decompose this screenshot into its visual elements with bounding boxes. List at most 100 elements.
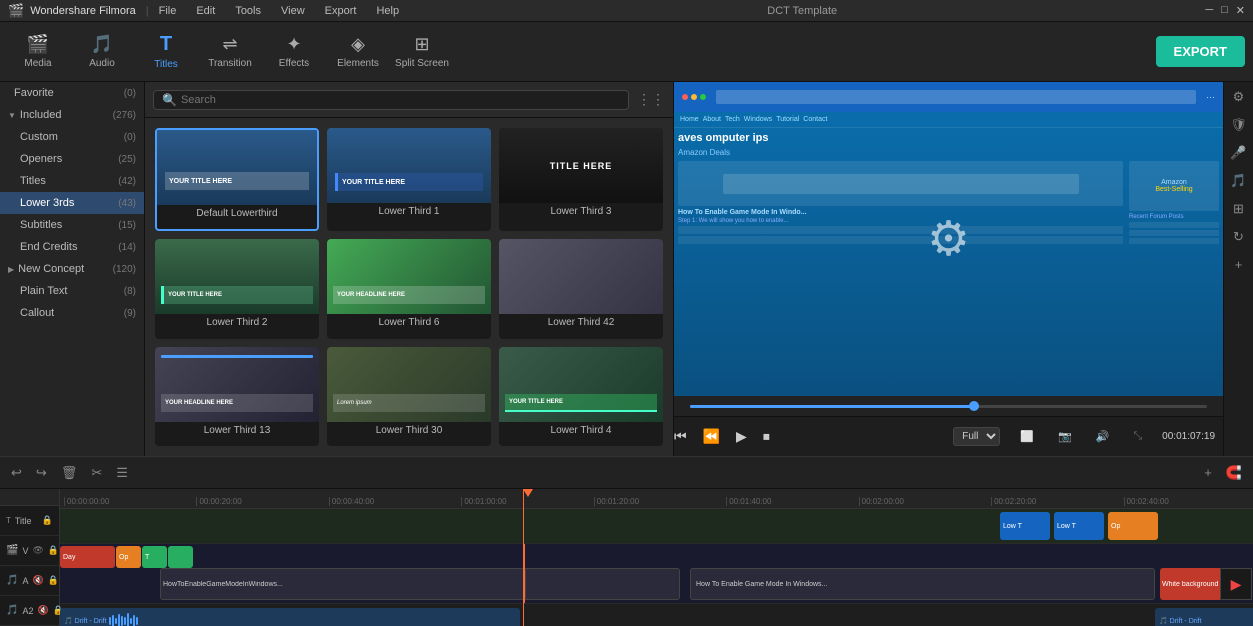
icon-snapshot[interactable]: 📷 [1058,430,1072,443]
search-box[interactable]: 🔍 [153,90,629,110]
sidebar-item-subtitles[interactable]: Subtitles (15) [0,214,144,236]
sidebar-item-included[interactable]: ▼ Included (276) [0,104,144,126]
icon-screen[interactable]: ⬜ [1020,430,1034,443]
thumb-label-2: Lower Third 3 [499,203,663,220]
right-icon-shield[interactable]: 🛡 [1227,114,1250,136]
preview-progress-bar[interactable] [690,405,1207,408]
menu-view[interactable]: View [281,5,305,17]
maximize-button[interactable]: □ [1221,4,1228,17]
grid-item-lower-third-2[interactable]: YOUR TITLE HERE Lower Third 2 [155,239,319,338]
grid-item-lower-third-30[interactable]: Lorem ipsum Lower Third 30 [327,347,491,446]
ruler-mark-2: 00:00:40:00 [329,497,461,506]
title-clip-op1[interactable]: Op [1108,512,1158,540]
video-lock-icon[interactable]: 🔒 [48,545,59,556]
sidebar-item-openers[interactable]: Openers (25) [0,148,144,170]
stop-button[interactable]: ⏹ [763,428,770,445]
toolbar-transition[interactable]: ⇌ Transition [200,26,260,78]
audio1-label: A [22,576,28,586]
skip-back-button[interactable]: ⏮ [674,428,687,445]
grid-item-lower-third-13[interactable]: YOUR HEADLINE HERE Lower Third 13 [155,347,319,446]
clip-t2[interactable] [168,546,193,568]
minimize-button[interactable]: ─ [1205,4,1213,17]
right-icon-grid[interactable]: ⊞ [1230,198,1247,220]
clip-t1[interactable]: T [142,546,167,568]
menu-tools[interactable]: Tools [235,5,261,17]
grid-view-icon[interactable]: ⋮⋮ [637,91,665,108]
menu-help[interactable]: Help [376,5,399,17]
icon-expand[interactable]: ⤡ [1133,430,1142,443]
splitscreen-icon: ⊞ [414,34,429,55]
video-eye-icon[interactable]: 👁 [32,545,43,556]
sidebar-item-titles[interactable]: Titles (42) [0,170,144,192]
sidebar-item-lower3rds[interactable]: Lower 3rds (43) [0,192,144,214]
sidebar-item-newconcept[interactable]: ▶ New Concept (120) [0,258,144,280]
toolbar-effects[interactable]: ✦ Effects [264,26,324,78]
app-logo: 🎬 [8,3,24,19]
progress-handle[interactable] [969,401,979,411]
thumb-inner-7: Lorem ipsum [327,347,491,422]
quality-select[interactable]: Full 1/2 1/4 [953,427,1000,446]
sidebar-item-custom[interactable]: Custom (0) [0,126,144,148]
audio1-mute[interactable]: 🔇 [32,575,43,586]
title-clip-low1[interactable]: Low T [1000,512,1050,540]
right-icon-music[interactable]: 🎵 [1227,170,1249,192]
grid-item-lower-third-3[interactable]: TITLE HERE Lower Third 3 [499,128,663,231]
right-icon-plus[interactable]: + [1232,254,1246,275]
grid-item-lower-third-1[interactable]: YOUR TITLE HERE Lower Third 1 [327,128,491,231]
video-clip-2[interactable]: How To Enable Game Mode In Windows... [690,568,1155,600]
sidebar-item-favorite[interactable]: Favorite (0) [0,82,144,104]
sidebar-custom-count: (0) [124,132,136,143]
sidebar-callout-count: (9) [124,308,136,319]
icon-volume[interactable]: 🔊 [1096,430,1110,443]
toolbar-media[interactable]: 🎬 Media [8,26,68,78]
tl-undo-icon[interactable]: ↩ [8,462,25,484]
content-toolbar: 🔍 ⋮⋮ [145,82,673,118]
grid-item-lower-third-42[interactable]: Lower Third 42 [499,239,663,338]
web-col-right: AmazonBest-Selling Recent Forum Posts [1129,161,1219,246]
tl-magnet-icon[interactable]: 🧲 [1223,462,1245,484]
right-icon-settings[interactable]: ⚙ [1230,86,1248,108]
menu-file[interactable]: File [159,5,177,17]
toolbar-splitscreen[interactable]: ⊞ Split Screen [392,26,452,78]
toolbar-audio[interactable]: 🎵 Audio [72,26,132,78]
export-button[interactable]: EXPORT [1156,36,1245,67]
tl-redo-icon[interactable]: ↪ [33,462,50,484]
grid-item-lower-third-6[interactable]: YOUR HEADLINE HERE Lower Third 6 [327,239,491,338]
video-thumb-preview: ▶ [1220,568,1252,600]
right-icon-repeat[interactable]: ↻ [1230,226,1247,248]
thumb-inner-6: YOUR HEADLINE HERE [155,347,319,422]
grid-item-default-lowerthird[interactable]: YOUR TITLE HERE Default Lowerthird [155,128,319,231]
grid-item-lower-third-4[interactable]: YOUR TITLE HERE Lower Third 4 [499,347,663,446]
clip-day[interactable]: Day [60,546,115,568]
toolbar: 🎬 Media 🎵 Audio T Titles ⇌ Transition ✦ … [0,22,1253,82]
menu-edit[interactable]: Edit [196,5,215,17]
title-track-lock[interactable]: 🔒 [42,515,53,526]
audio1-lock[interactable]: 🔒 [48,575,59,586]
clip-op1[interactable]: Op [116,546,141,568]
sidebar-item-endcredits[interactable]: End Credits (14) [0,236,144,258]
audio2-mute[interactable]: 🔇 [37,605,48,616]
title-clip-low2[interactable]: Low T [1054,512,1104,540]
video-clip-1[interactable]: HowToEnableGameModeInWindows... [160,568,580,600]
toolbar-titles[interactable]: T Titles [136,26,196,78]
tl-add-track-icon[interactable]: + [1201,462,1215,483]
sidebar-subtitles-label: Subtitles [20,219,62,231]
play-button[interactable]: ▶ [736,428,747,445]
step-back-button[interactable]: ⏪ [703,428,720,445]
sidebar-item-callout[interactable]: Callout (9) [0,302,144,324]
timeline-scroll[interactable]: 00:00:00:00 00:00:20:00 00:00:40:00 00:0… [60,489,1253,626]
video-clip-1b[interactable] [525,568,680,600]
tl-menu-icon[interactable]: ☰ [113,462,131,484]
sidebar-custom-label: Custom [20,131,58,143]
audio-clip-1[interactable]: 🎵 Drift - Drift [60,608,520,626]
tl-delete-icon[interactable]: 🗑 [58,462,81,484]
search-input[interactable] [181,94,620,106]
right-icon-mic[interactable]: 🎤 [1227,142,1249,164]
toolbar-elements[interactable]: ◈ Elements [328,26,388,78]
close-button[interactable]: ✕ [1236,4,1245,17]
menu-export[interactable]: Export [325,5,357,17]
tl-cut-icon[interactable]: ✂ [88,462,105,484]
audio-clip-2[interactable]: 🎵 Drift - Drift [1155,608,1253,626]
sidebar-item-plaintext[interactable]: Plain Text (8) [0,280,144,302]
sidebar-endcredits-label: End Credits [20,241,77,253]
